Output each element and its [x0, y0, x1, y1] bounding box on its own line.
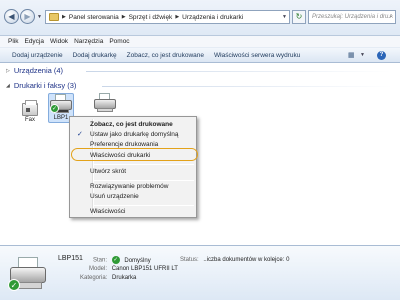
detail-model: Model: Canon LBP151 UFRII LT	[89, 266, 178, 272]
detail-value: Canon LBP151 UFRII LT	[111, 266, 178, 272]
breadcrumb-devices-printers[interactable]: Urządzenia i drukarki	[182, 14, 243, 21]
address-bar-area: ◀ ▶ ▼ ▶ Panel sterowania ▶ Sprzęt i dźwi…	[0, 0, 400, 36]
default-check-icon: ✓	[111, 256, 120, 264]
group-divider	[102, 86, 392, 87]
forward-button[interactable]: ▶	[20, 9, 35, 24]
context-menu: Zobacz, co jest drukowane ✓ Ustaw jako d…	[69, 116, 197, 218]
back-button[interactable]: ◀	[4, 9, 19, 24]
breadcrumb-hardware-sound[interactable]: Sprzęt i dźwięk	[129, 14, 173, 21]
group-title-printers: Drukarki i faksy (3)	[13, 81, 77, 90]
detail-label: Stan:	[93, 257, 108, 264]
chevron-down-icon: ▼	[37, 14, 42, 20]
recent-pages-dropdown[interactable]: ▼	[37, 14, 43, 20]
expand-arrow-icon[interactable]: ▷	[6, 68, 10, 74]
menu-divider	[94, 164, 194, 165]
menu-file[interactable]: Plik	[8, 38, 18, 45]
chevron-down-icon[interactable]: ▼	[360, 52, 365, 58]
detail-label: Model:	[89, 266, 108, 272]
devices-pane: ▷ Urządzenia (4) ◢ Drukarki i faksy (3) …	[0, 63, 400, 245]
arrow-left-icon: ◀	[8, 12, 15, 21]
detail-label: Kategoria:	[80, 275, 108, 281]
menu-divider	[94, 180, 194, 181]
chevron-down-icon[interactable]: ▼	[282, 14, 287, 20]
see-whats-printing-button[interactable]: Zobacz, co jest drukowane	[127, 52, 204, 59]
fax-icon	[22, 100, 38, 116]
menu-item-see-printing[interactable]: Zobacz, co jest drukowane	[70, 120, 196, 130]
device-name: LBP151	[58, 255, 83, 262]
print-server-properties-button[interactable]: Właściwości serwera wydruku	[214, 52, 300, 59]
detail-value: Domyślny	[124, 257, 151, 264]
control-panel-icon	[49, 13, 59, 21]
printer-icon	[93, 93, 117, 115]
device-printer-2[interactable]	[92, 93, 118, 115]
menu-edit[interactable]: Edycja	[24, 38, 44, 45]
command-bar: Dodaj urządzenie Dodaj drukarkę Zobacz, …	[0, 47, 400, 63]
default-check-icon: ✓	[50, 104, 59, 113]
menu-divider	[94, 205, 194, 206]
group-divider	[86, 71, 391, 72]
detail-value: ..iczba dokumentów w kolejce: 0	[203, 257, 290, 263]
menu-help[interactable]: Pomoc	[109, 38, 129, 45]
group-title-devices: Urządzenia (4)	[13, 66, 64, 75]
device-label: Fax	[24, 117, 35, 123]
menu-item-properties[interactable]: Właściwości	[70, 207, 196, 217]
detail-category: Kategoria: Drukarka	[80, 275, 136, 281]
checkmark-icon: ✓	[77, 131, 83, 138]
detail-value: Drukarka	[112, 275, 137, 281]
change-view-icon[interactable]: ▦	[348, 51, 355, 59]
add-printer-button[interactable]: Dodaj drukarkę	[73, 52, 117, 59]
breadcrumb-separator-icon[interactable]: ▶	[175, 14, 179, 20]
menu-item-create-shortcut[interactable]: Utwórz skrót	[70, 167, 196, 177]
address-bar[interactable]: ▶ Panel sterowania ▶ Sprzęt i dźwięk ▶ U…	[45, 10, 290, 24]
detail-label: Status:	[180, 257, 199, 263]
search-icon: ⌕	[389, 13, 393, 20]
add-device-button[interactable]: Dodaj urządzenie	[12, 52, 63, 59]
menu-item-set-default[interactable]: ✓ Ustaw jako drukarkę domyślną	[70, 130, 196, 140]
group-header-devices[interactable]: ▷ Urządzenia (4)	[6, 66, 391, 75]
breadcrumb-control-panel[interactable]: Panel sterowania	[69, 14, 119, 21]
breadcrumb-separator-icon[interactable]: ▶	[122, 14, 126, 20]
menu-item-label: Ustaw jako drukarkę domyślną	[90, 131, 179, 138]
detail-state: Stan: ✓ Domyślny	[93, 256, 151, 264]
arrow-right-icon: ▶	[24, 12, 31, 21]
menu-bar: Plik Edycja Widok Narzędzia Pomoc	[0, 36, 400, 47]
help-icon[interactable]: ?	[377, 51, 386, 60]
device-fax[interactable]: Fax	[18, 99, 42, 123]
default-check-icon: ✓	[8, 279, 20, 291]
printer-icon: ✓	[8, 257, 48, 295]
menu-tools[interactable]: Narzędzia	[74, 38, 103, 45]
menu-item-remove-device[interactable]: Usuń urządzenie	[70, 192, 196, 202]
group-header-printers[interactable]: ◢ Drukarki i faksy (3)	[6, 81, 392, 90]
breadcrumb-separator-icon[interactable]: ▶	[62, 14, 66, 20]
highlight-ring	[71, 148, 198, 161]
refresh-button[interactable]: ↻	[292, 10, 306, 24]
menu-view[interactable]: Widok	[50, 38, 68, 45]
detail-status: Status: ..iczba dokumentów w kolejce: 0	[180, 257, 289, 263]
menu-item-troubleshoot[interactable]: Rozwiązywanie problemów	[70, 182, 196, 192]
refresh-icon: ↻	[295, 12, 303, 21]
search-placeholder: Przeszukaj: Urządzenia i dru...	[312, 14, 394, 20]
details-pane: ✓ LBP151 Stan: ✓ Domyślny Status: ..iczb…	[0, 245, 400, 300]
collapse-arrow-icon[interactable]: ◢	[6, 83, 10, 89]
search-input[interactable]: Przeszukaj: Urządzenia i dru... ⌕	[308, 10, 396, 24]
